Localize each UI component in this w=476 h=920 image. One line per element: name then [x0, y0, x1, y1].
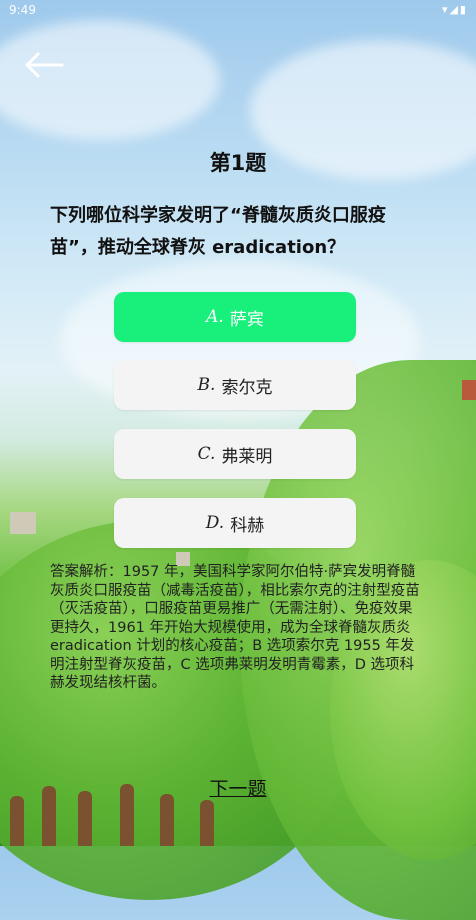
question-number-title: 第1题 [209, 151, 267, 175]
option-letter: C. [197, 444, 216, 464]
option-label: 索尔克 [221, 377, 273, 398]
option-b-button[interactable]: B. 索尔克 [114, 360, 356, 410]
next-question-link[interactable]: 下一题 [0, 774, 476, 801]
option-letter: D. [205, 513, 225, 533]
option-label: 科赫 [230, 515, 265, 536]
status-bar: 9:49 ▾◢▮ [0, 0, 476, 20]
option-label: 弗莱明 [221, 446, 273, 467]
status-icons: ▾◢▮ [441, 3, 468, 16]
arrow-left-icon [25, 52, 64, 78]
option-letter: A. [206, 307, 224, 327]
option-label: 萨宾 [229, 309, 264, 330]
status-time: 9:49 [9, 3, 36, 17]
question-text: 下列哪位科学家发明了“脊髓灰质炎口服疫苗”，推动全球脊灰 eradication… [50, 205, 386, 258]
option-d-button[interactable]: D. 科赫 [114, 498, 356, 548]
option-c-button[interactable]: C. 弗莱明 [114, 429, 356, 479]
answer-analysis: 答案解析：1957 年，美国科学家阿尔伯特·萨宾发明脊髓灰质炎口服疫苗（减毒活疫… [50, 564, 420, 691]
option-letter: B. [197, 375, 216, 395]
back-button[interactable] [24, 52, 64, 78]
option-a-button[interactable]: A. 萨宾 [114, 292, 356, 342]
